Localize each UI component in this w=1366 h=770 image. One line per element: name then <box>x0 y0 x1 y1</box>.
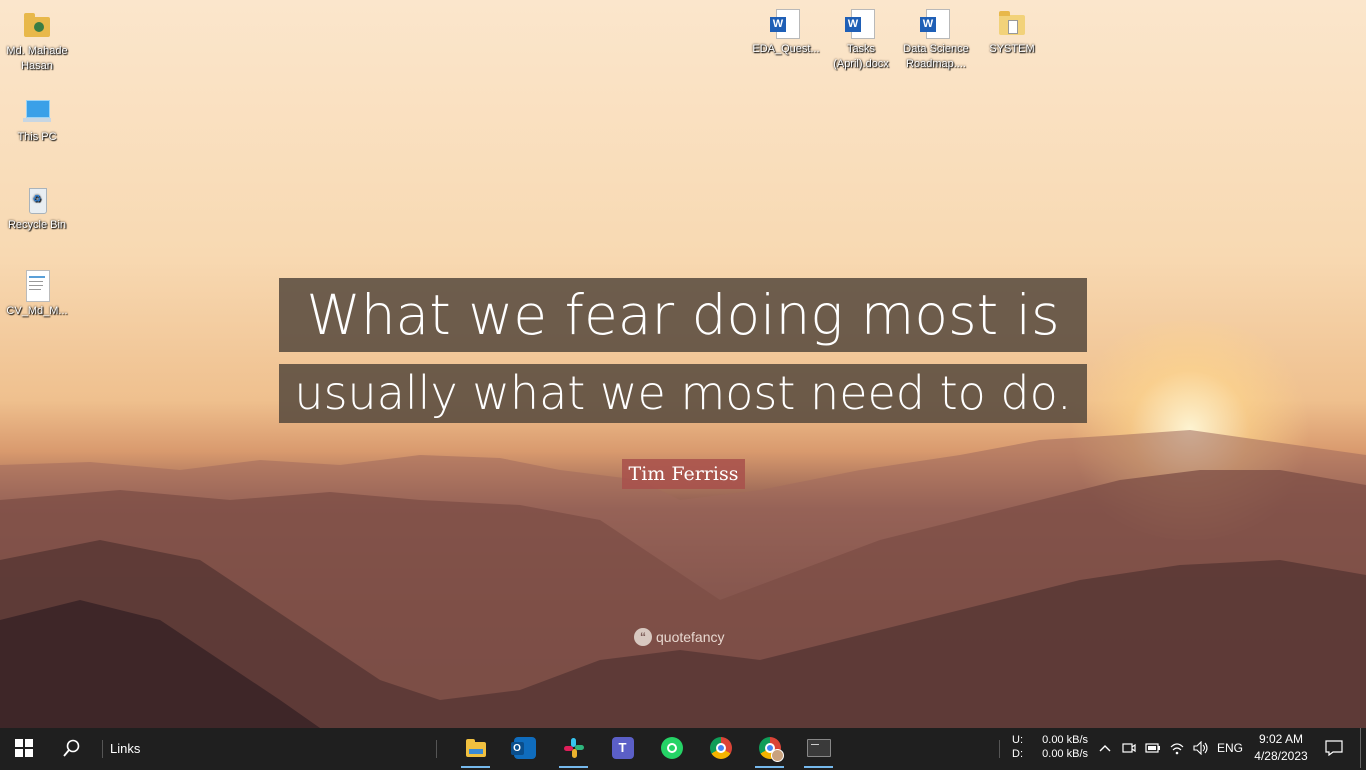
desktop-icon-this-pc[interactable]: This PC <box>0 96 74 145</box>
upload-speed: 0.00 kB/s <box>1042 734 1088 746</box>
start-button[interactable] <box>0 728 48 768</box>
download-label: D: <box>1012 748 1023 760</box>
show-hidden-icons-button[interactable] <box>1095 728 1115 768</box>
watermark: “ quotefancy <box>634 627 725 647</box>
folder-icon <box>996 8 1028 40</box>
desktop-icon-eda-doc[interactable]: W EDA_Quest... <box>749 8 823 57</box>
running-indicator <box>755 766 784 768</box>
desktop-icon-label: EDA_Quest... <box>752 43 820 55</box>
toolbar-separator <box>999 740 1000 758</box>
network-speed-meter: U: 0.00 kB/s D: 0.00 kB/s <box>1012 733 1092 765</box>
taskbar-app-whatsapp[interactable] <box>651 728 692 768</box>
search-icon <box>63 739 80 757</box>
tray-wifi[interactable] <box>1166 728 1188 768</box>
desktop-icon-user-folder[interactable]: Md. Mahade Hasan <box>0 10 74 74</box>
search-button[interactable] <box>48 728 96 768</box>
wifi-icon <box>1170 743 1184 755</box>
tray-battery[interactable] <box>1142 728 1164 768</box>
terminal-icon <box>806 739 831 757</box>
desktop-icon-label: SYSTEM <box>989 43 1035 55</box>
desktop-icon-label: Tasks (April).docx <box>833 43 889 70</box>
taskbar-app-slack[interactable] <box>553 728 594 768</box>
quote-line-2: usually what we most need to do. <box>279 364 1087 423</box>
running-indicator <box>559 766 588 768</box>
quotefancy-logo-icon: “ <box>634 628 652 646</box>
word-document-icon: W <box>770 8 802 40</box>
word-document-icon: W <box>920 8 952 40</box>
desktop-icon-label: This PC <box>17 131 57 143</box>
links-label: Links <box>110 740 141 756</box>
camera-icon <box>1122 743 1136 753</box>
running-indicator <box>804 766 833 768</box>
computer-icon <box>21 96 53 128</box>
file-explorer-icon <box>465 737 487 759</box>
desktop-icon-roadmap-doc[interactable]: W Data Science Roadmap.... <box>899 8 973 72</box>
taskbar-app-terminal[interactable] <box>798 728 839 768</box>
recycle-bin-icon: ♻ <box>21 184 53 216</box>
download-speed: 0.00 kB/s <box>1042 748 1088 760</box>
toolbar-separator <box>102 740 103 758</box>
word-document-icon: W <box>845 8 877 40</box>
chevron-up-icon <box>1099 745 1111 752</box>
notification-icon <box>1325 740 1343 756</box>
desktop-icon-tasks-doc[interactable]: W Tasks (April).docx <box>824 8 898 72</box>
taskbar-app-outlook[interactable]: O <box>504 728 545 768</box>
desktop-icon-label: Data Science Roadmap.... <box>903 43 969 70</box>
tray-meet-now[interactable] <box>1118 728 1140 768</box>
user-folder-icon <box>21 10 53 42</box>
desktop-icon-label: CV_Md_M... <box>6 305 68 317</box>
input-language-indicator[interactable]: ENG <box>1214 728 1246 768</box>
taskbar-app-teams[interactable]: T <box>602 728 643 768</box>
watermark-text: quotefancy <box>656 629 725 645</box>
quote-author: Tim Ferriss <box>622 459 745 489</box>
desktop-icon-recycle-bin[interactable]: ♻ Recycle Bin <box>0 184 74 233</box>
desktop-icon-label: Recycle Bin <box>7 219 67 231</box>
desktop-icon-label: Md. Mahade Hasan <box>6 45 68 72</box>
speaker-icon <box>1193 741 1208 755</box>
document-thumbnail-icon <box>21 270 53 302</box>
clock-date: 4/28/2023 <box>1254 749 1308 763</box>
windows-logo-icon <box>15 739 33 757</box>
desktop-icon-system-folder[interactable]: SYSTEM <box>975 8 1049 57</box>
taskbar-app-chrome[interactable] <box>700 728 741 768</box>
slack-icon <box>563 737 585 759</box>
chrome-profile-icon <box>758 737 784 762</box>
whatsapp-icon <box>660 737 683 759</box>
upload-label: U: <box>1012 734 1023 746</box>
action-center-button[interactable] <box>1318 728 1350 768</box>
clock[interactable]: 9:02 AM 4/28/2023 <box>1250 728 1312 768</box>
links-toolbar[interactable]: Links <box>110 728 150 768</box>
taskbar-app-file-explorer[interactable] <box>455 728 496 768</box>
teams-icon: T <box>611 737 634 759</box>
taskbar-app-chrome-profile[interactable] <box>749 728 790 768</box>
outlook-icon: O <box>510 737 536 759</box>
desktop: Md. Mahade Hasan This PC ♻ Recycle Bin C… <box>0 0 1366 728</box>
clock-time: 9:02 AM <box>1258 732 1304 746</box>
tray-volume[interactable] <box>1190 728 1212 768</box>
taskbar: Links O T U: 0.00 kB/s D: 0.00 kB/s ENG … <box>0 728 1366 770</box>
desktop-icon-cv[interactable]: CV_Md_M... <box>0 270 74 319</box>
chrome-icon <box>709 737 732 759</box>
toolbar-separator <box>436 740 437 758</box>
battery-icon <box>1145 743 1160 753</box>
quote-line-1: What we fear doing most is <box>279 278 1087 352</box>
language-label: ENG <box>1216 741 1243 755</box>
running-indicator <box>461 766 490 768</box>
show-desktop-button[interactable] <box>1360 728 1361 768</box>
